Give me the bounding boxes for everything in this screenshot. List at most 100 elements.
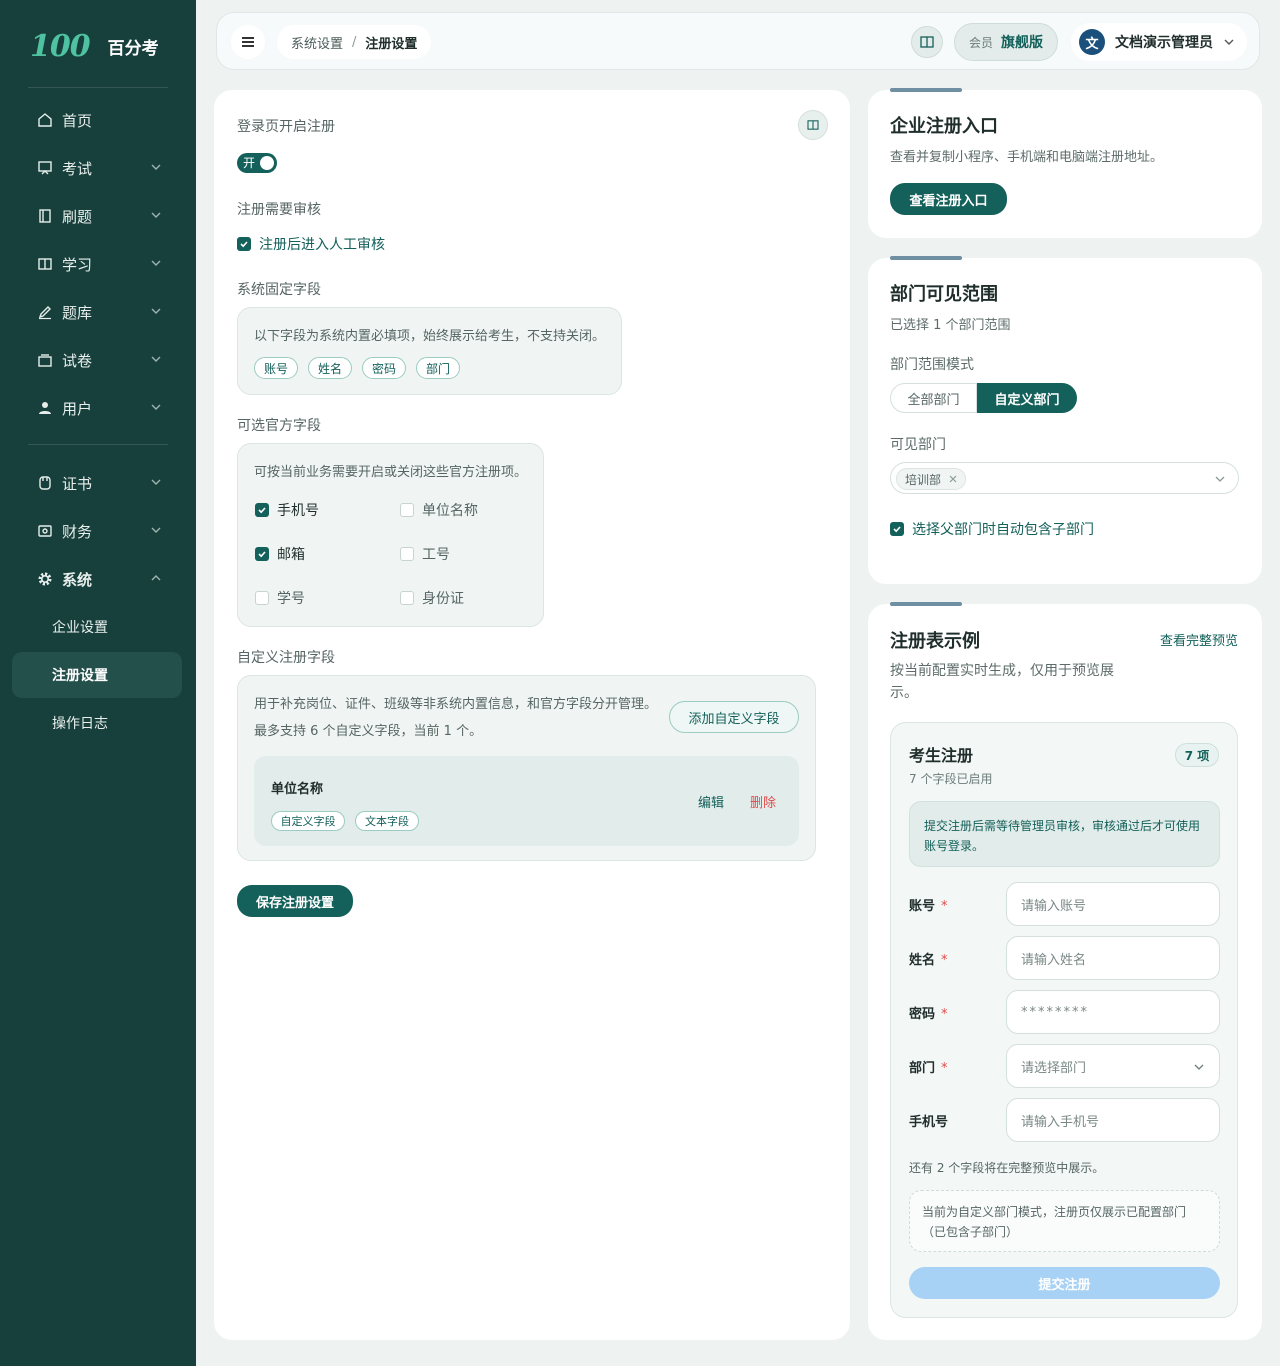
optional-field-student-id[interactable]: 学号 — [255, 588, 305, 608]
breadcrumb-item-current: 注册设置 — [365, 36, 418, 52]
sidebar-item-question-bank[interactable]: 题库 — [12, 290, 182, 334]
optional-field-id-card[interactable]: 身份证 — [400, 588, 464, 608]
review-label: 注册需要审核 — [237, 202, 321, 218]
custom-field-tag: 文本字段 — [355, 811, 419, 831]
delete-custom-field-link[interactable]: 删除 — [750, 792, 776, 811]
user-menu[interactable]: 文 文档演示管理员 — [1071, 23, 1247, 61]
name-input[interactable]: 请输入姓名 — [1006, 936, 1220, 980]
checkbox-empty-icon — [400, 503, 414, 517]
custom-field-tag: 自定义字段 — [271, 811, 345, 831]
sidebar-subitem-label: 操作日志 — [52, 716, 108, 732]
sidebar-item-papers[interactable]: 试卷 — [12, 338, 182, 382]
checkbox-label: 学号 — [277, 591, 305, 607]
pen-icon — [36, 303, 54, 321]
optional-field-phone[interactable]: 手机号 — [255, 500, 319, 520]
department-select[interactable]: 请选择部门 — [1006, 1044, 1220, 1088]
avatar: 文 — [1079, 29, 1105, 55]
chevron-down-icon — [151, 479, 161, 485]
sidebar-item-users[interactable]: 用户 — [12, 386, 182, 430]
docs-button[interactable] — [911, 26, 943, 58]
sidebar: 100 百分考 首页 考试 刷题 学习 题库 试卷 用户 证书 财务 系统 企业… — [0, 0, 196, 1366]
custom-fields-label: 自定义注册字段 — [237, 650, 335, 666]
field-label-text: 密码 — [909, 1007, 936, 1022]
registration-example-card: 注册表示例 查看完整预览 按当前配置实时生成，仅用于预览展 示。 考生注册 7 … — [868, 602, 1262, 1340]
chevron-down-icon — [151, 356, 161, 362]
sidebar-subitem-enterprise-settings[interactable]: 企业设置 — [12, 604, 182, 650]
chevron-down-icon — [1194, 1064, 1204, 1070]
required-mark: * — [941, 1007, 948, 1022]
optional-fields-panel: 可按当前业务需要开启或关闭这些官方注册项。 手机号 单位名称 邮箱 工号 学号 … — [237, 443, 544, 627]
chevron-down-icon — [151, 308, 161, 314]
exam-icon — [36, 159, 54, 177]
sidebar-item-practice[interactable]: 刷题 — [12, 194, 182, 238]
sidebar-item-label: 财务 — [62, 522, 93, 541]
register-toggle[interactable]: 开 — [237, 153, 277, 173]
sidebar-subitem-registration-settings[interactable]: 注册设置 — [12, 652, 182, 698]
dept-mode-note-line2: （已包含子部门） — [922, 1225, 1019, 1239]
checkbox-label: 选择父部门时自动包含子部门 — [912, 522, 1094, 538]
toggle-text: 开 — [243, 156, 256, 170]
membership-badge[interactable]: 会员 旗舰版 — [954, 23, 1058, 61]
top-bar: 系统设置 / 注册设置 会员 旗舰版 文 文档演示管理员 — [216, 12, 1260, 70]
optional-field-email[interactable]: 邮箱 — [255, 544, 305, 564]
sidebar-item-exam[interactable]: 考试 — [12, 146, 182, 190]
fixed-fields-label: 系统固定字段 — [237, 282, 321, 298]
save-registration-settings-button[interactable]: 保存注册设置 — [237, 885, 353, 917]
sidebar-divider — [28, 87, 168, 88]
chevron-down-icon — [1224, 39, 1234, 45]
selected-dept-name: 培训部 — [905, 472, 942, 487]
edit-custom-field-link[interactable]: 编辑 — [698, 792, 724, 811]
sidebar-item-study[interactable]: 学习 — [12, 242, 182, 286]
example-desc-line1: 按当前配置实时生成，仅用于预览展 — [890, 663, 1114, 679]
close-icon[interactable] — [949, 475, 957, 483]
fixed-field-tag: 账号 — [254, 357, 298, 379]
visible-dept-select[interactable]: 培训部 — [890, 462, 1239, 494]
optional-fields-desc: 可按当前业务需要开启或关闭这些官方注册项。 — [254, 465, 528, 480]
optional-field-employee-id[interactable]: 工号 — [400, 544, 450, 564]
mode-all-departments[interactable]: 全部部门 — [890, 383, 977, 413]
selected-dept-tag: 培训部 — [896, 468, 967, 490]
custom-fields-panel: 用于补充岗位、证件、班级等非系统内置信息，和官方字段分开管理。 最多支持 6 个… — [237, 675, 816, 861]
sidebar-item-home[interactable]: 首页 — [12, 98, 182, 142]
optional-field-company[interactable]: 单位名称 — [400, 500, 478, 520]
sidebar-item-label: 试卷 — [62, 351, 93, 370]
brand[interactable]: 100 百分考 — [30, 24, 159, 68]
form-label-phone: 手机号 — [909, 1111, 954, 1130]
account-input[interactable]: 请输入账号 — [1006, 882, 1220, 926]
required-mark: * — [941, 953, 948, 968]
sidebar-item-finance[interactable]: 财务 — [12, 509, 182, 553]
add-custom-field-button[interactable]: 添加自定义字段 — [669, 701, 799, 733]
brand-logo: 100 — [30, 28, 91, 64]
help-doc-button[interactable] — [798, 110, 828, 140]
dept-mode-note: 当前为自定义部门模式，注册页仅展示已配置部门 （已包含子部门） — [909, 1190, 1220, 1252]
membership-tier: 旗舰版 — [1001, 35, 1043, 51]
required-mark: * — [941, 1061, 948, 1076]
review-notice-line2: 账号登录。 — [924, 839, 985, 853]
view-registration-entry-button[interactable]: 查看注册入口 — [890, 183, 1007, 215]
menu-toggle-button[interactable] — [231, 25, 265, 59]
phone-input[interactable]: 请输入手机号 — [1006, 1098, 1220, 1142]
entry-card-desc: 查看并复制小程序、手机端和电脑端注册地址。 — [890, 150, 1164, 165]
sidebar-item-label: 刷题 — [62, 207, 93, 226]
example-desc-line2: 示。 — [890, 685, 918, 701]
checkbox-label: 单位名称 — [422, 503, 478, 519]
breadcrumb: 系统设置 / 注册设置 — [277, 25, 432, 59]
password-input[interactable]: ******** — [1006, 990, 1220, 1034]
sidebar-subitem-operation-log[interactable]: 操作日志 — [12, 700, 182, 746]
department-scope-card: 部门可见范围 已选择 1 个部门范围 部门范围模式 全部部门 自定义部门 可见部… — [868, 256, 1262, 584]
sidebar-item-system[interactable]: 系统 — [12, 557, 182, 601]
home-icon — [36, 111, 54, 129]
include-child-depts-checkbox[interactable]: 选择父部门时自动包含子部门 — [890, 519, 1094, 539]
breadcrumb-separator: / — [352, 34, 357, 50]
dept-mode-note-line1: 当前为自定义部门模式，注册页仅展示已配置部门 — [922, 1205, 1187, 1219]
sidebar-item-certificates[interactable]: 证书 — [12, 461, 182, 505]
mode-custom-departments[interactable]: 自定义部门 — [977, 383, 1077, 413]
submit-registration-button[interactable]: 提交注册 — [909, 1267, 1220, 1299]
sidebar-subitem-label: 注册设置 — [52, 668, 108, 684]
full-preview-link[interactable]: 查看完整预览 — [1160, 630, 1238, 649]
field-label-text: 部门 — [909, 1061, 936, 1076]
brand-name: 百分考 — [107, 38, 159, 59]
manual-review-checkbox[interactable]: 注册后进入人工审核 — [237, 234, 385, 254]
fixed-field-tag: 密码 — [362, 357, 406, 379]
breadcrumb-item-system-settings[interactable]: 系统设置 — [291, 33, 343, 52]
